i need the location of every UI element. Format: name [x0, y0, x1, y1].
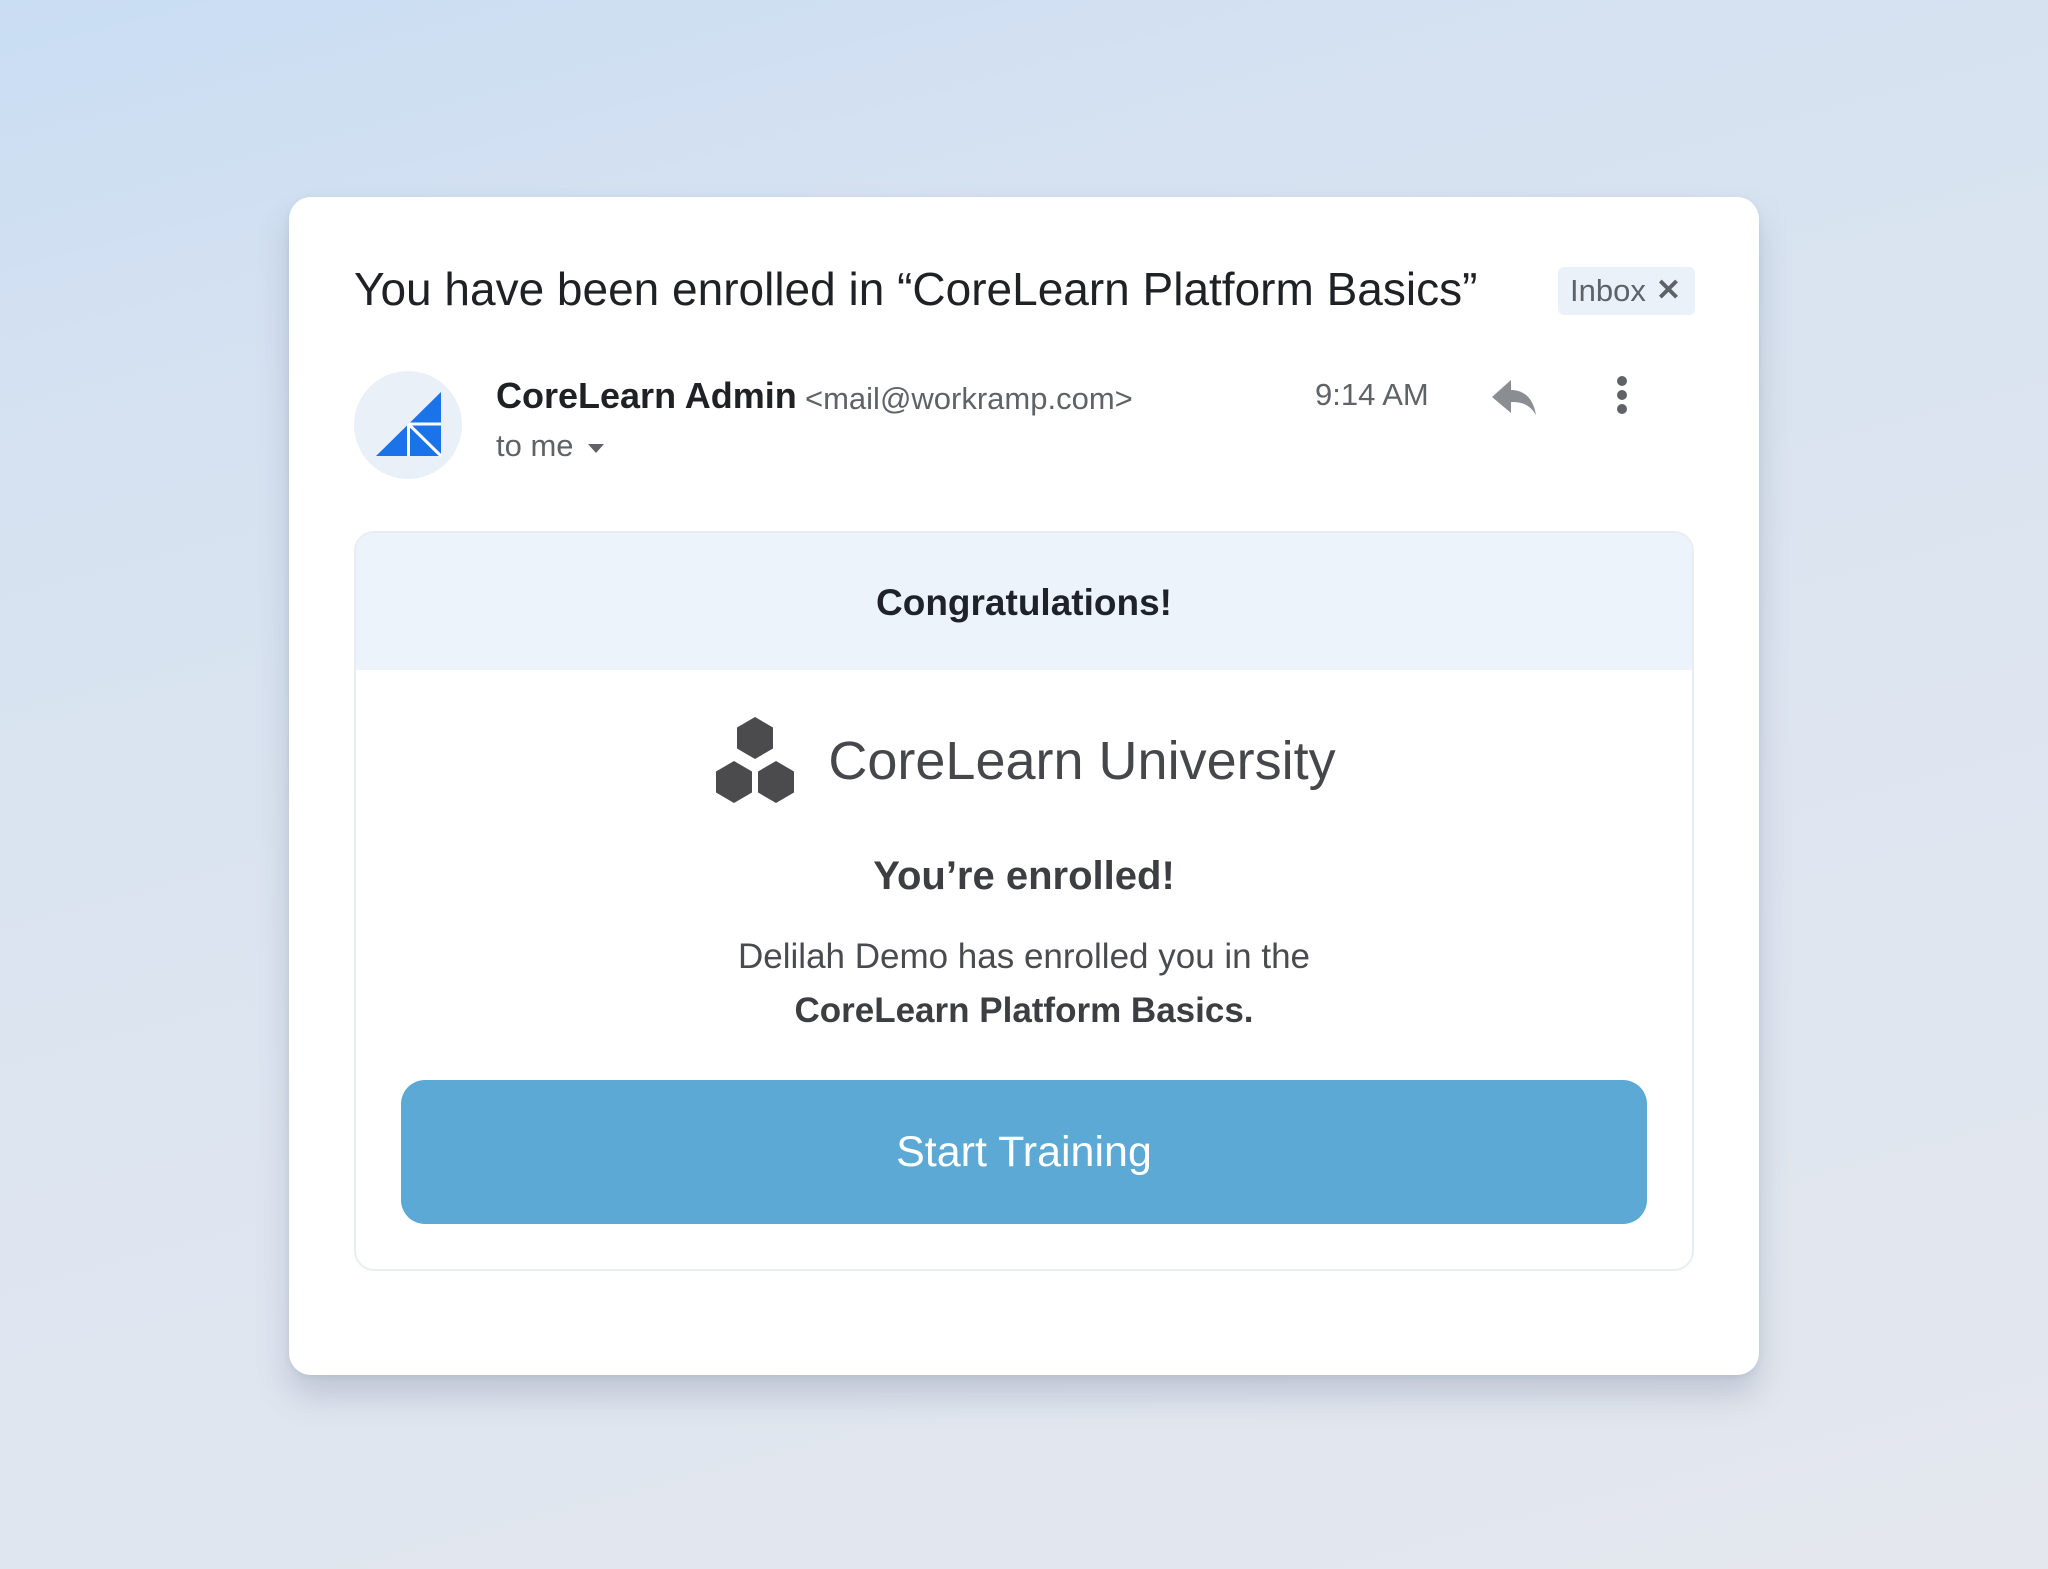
corelearn-triangle-logo-icon [376, 392, 443, 458]
sender-name: CoreLearn Admin [496, 375, 797, 416]
sender-email: <mail@workramp.com> [805, 381, 1133, 416]
close-icon[interactable]: ✕ [1656, 276, 1681, 306]
start-training-label: Start Training [896, 1128, 1152, 1176]
email-subject: You have been enrolled in “CoreLearn Pla… [354, 263, 1478, 315]
email-body-content: Congratulations! CoreLearn University Yo… [354, 531, 1694, 1271]
more-vertical-icon [1617, 376, 1627, 414]
banner-text: Congratulations! [876, 581, 1172, 623]
sender-avatar[interactable] [354, 371, 462, 479]
inbox-label-text: Inbox [1570, 273, 1646, 308]
enrollment-message: Delilah Demo has enrolled you in the [738, 937, 1310, 976]
start-training-button[interactable]: Start Training [401, 1080, 1647, 1224]
enrolled-heading: You’re enrolled! [873, 854, 1175, 898]
subject-row: You have been enrolled in “CoreLearn Pla… [354, 259, 1695, 319]
congratulations-banner: Congratulations! [356, 533, 1692, 670]
chevron-down-icon [587, 443, 604, 453]
brand-name: CoreLearn University [828, 731, 1336, 791]
email-time: 9:14 AM [1315, 377, 1429, 412]
reply-icon [1492, 380, 1536, 415]
recipient-details-toggle[interactable]: to me [496, 426, 604, 466]
reply-button[interactable] [1489, 375, 1539, 419]
hexagon-cubes-logo-icon [716, 717, 795, 803]
course-name: CoreLearn Platform Basics. [794, 991, 1254, 1030]
more-options-button[interactable] [1607, 375, 1637, 419]
email-card: You have been enrolled in “CoreLearn Pla… [289, 197, 1759, 1375]
brand-header: CoreLearn University [356, 715, 1692, 807]
inbox-label-chip[interactable]: Inbox ✕ [1558, 267, 1695, 315]
recipient-label: to me [496, 428, 574, 463]
